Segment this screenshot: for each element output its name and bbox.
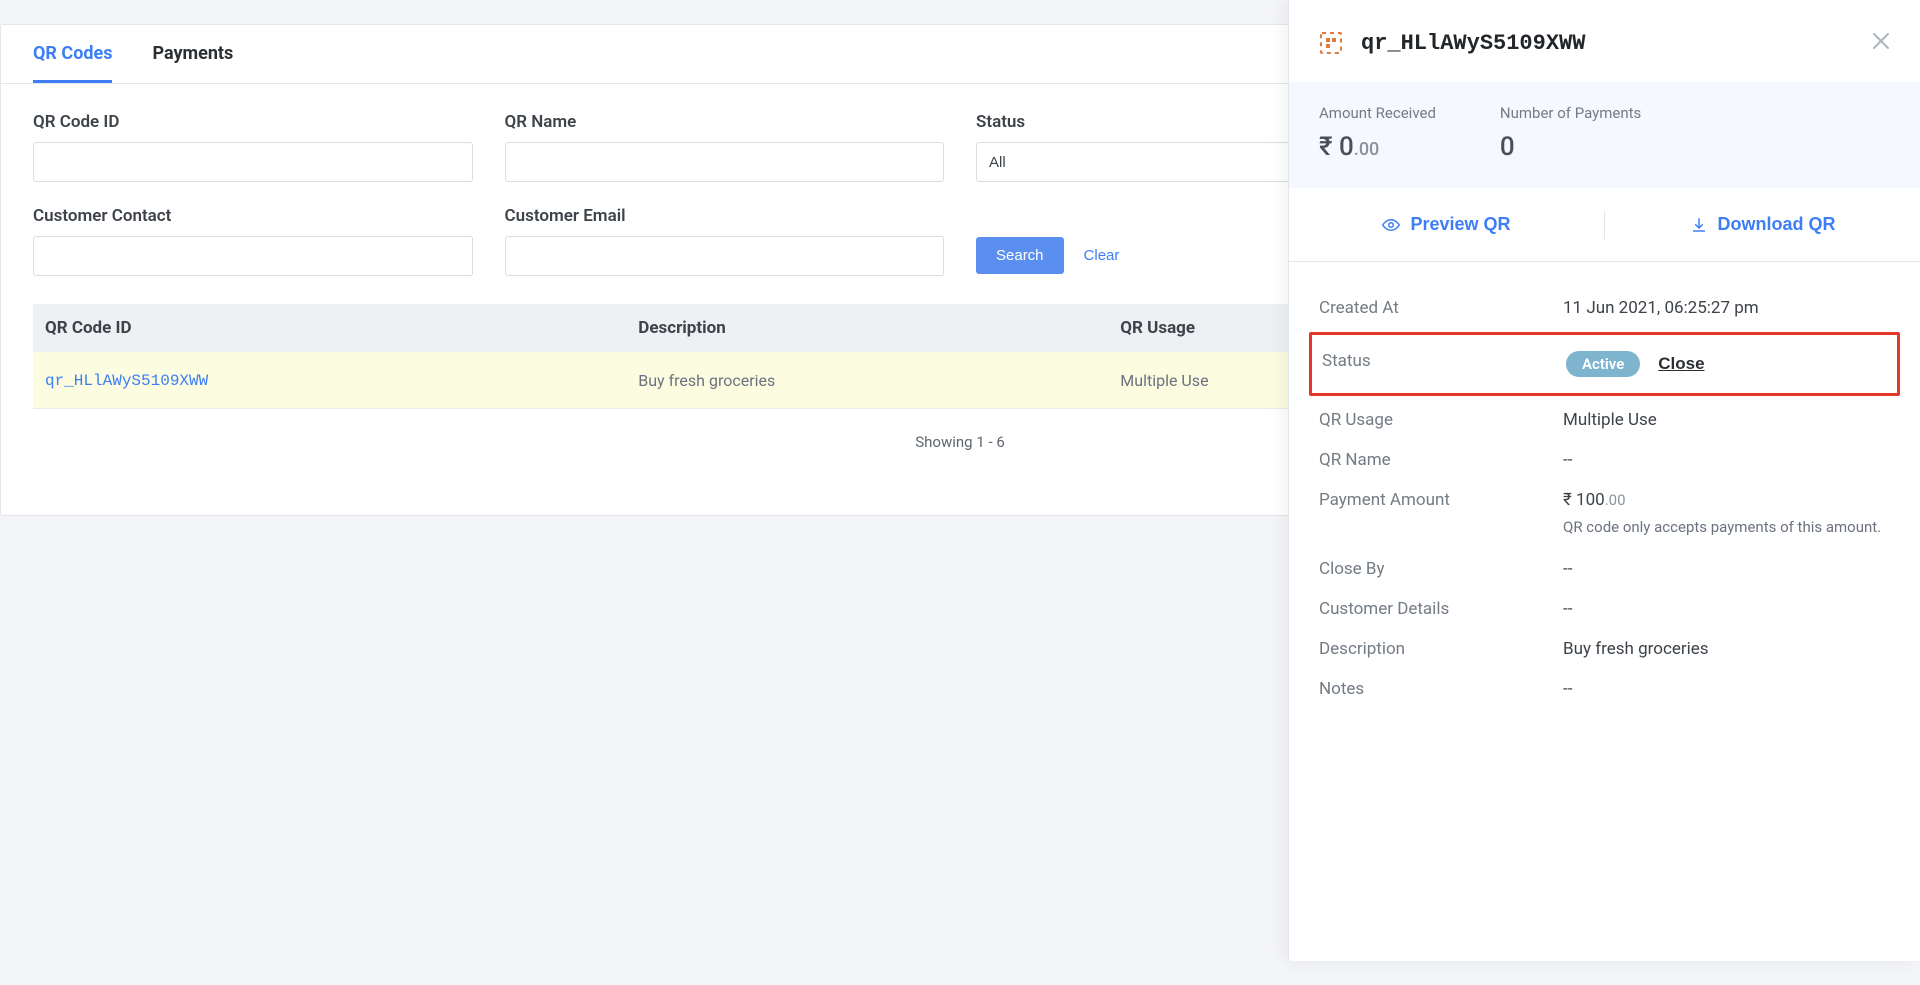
qr-detail-drawer: qr_HLlAWyS5109XWW Amount Received ₹ 0.00… [1288,0,1920,961]
tab-payments[interactable]: Payments [152,25,233,83]
download-qr-button[interactable]: Download QR [1605,188,1920,261]
row-usage: QR Usage Multiple Use [1319,400,1890,440]
field-qr-name: QR Name [505,112,945,182]
stat-count: Number of Payments 0 [1500,104,1641,162]
stat-count-value: 0 [1500,132,1641,162]
row-customer: Customer Details -- [1319,589,1890,629]
field-qr-id: QR Code ID [33,112,473,182]
input-email[interactable] [505,236,945,276]
row-close-by: Close By -- [1319,549,1890,589]
input-qr-id[interactable] [33,142,473,182]
row-created-at: Created At 11 Jun 2021, 06:25:27 pm [1319,288,1890,328]
row-payment-amount: Payment Amount ₹ 100.00 QR code only acc… [1319,480,1890,549]
row-status: Status Active Close [1322,341,1887,387]
field-email: Customer Email [505,206,945,276]
drawer-title: qr_HLlAWyS5109XWW [1361,31,1854,56]
close-qr-button[interactable]: Close [1658,354,1704,374]
stat-amount-value: ₹ 0.00 [1319,132,1436,162]
preview-qr-button[interactable]: Preview QR [1289,188,1604,261]
row-description: Description Buy fresh groceries [1319,629,1890,669]
details: Created At 11 Jun 2021, 06:25:27 pm Stat… [1289,262,1920,735]
cell-desc: Buy fresh groceries [626,352,1108,409]
label-contact: Customer Contact [33,206,473,226]
close-icon [1872,32,1890,50]
row-notes: Notes -- [1319,669,1890,709]
qr-icon [1319,31,1343,55]
stats: Amount Received ₹ 0.00 Number of Payment… [1289,82,1920,188]
status-badge: Active [1566,351,1640,377]
label-qr-id: QR Code ID [33,112,473,132]
clear-button[interactable]: Clear [1084,237,1120,274]
close-drawer-button[interactable] [1872,30,1890,56]
th-id: QR Code ID [33,304,626,352]
row-qr-name: QR Name -- [1319,440,1890,480]
input-contact[interactable] [33,236,473,276]
th-desc: Description [626,304,1108,352]
status-highlight: Status Active Close [1309,332,1900,396]
cell-id-link[interactable]: qr_HLlAWyS5109XWW [45,372,208,390]
stat-count-label: Number of Payments [1500,104,1641,122]
label-qr-name: QR Name [505,112,945,132]
action-row: Preview QR Download QR [1289,188,1920,262]
drawer-header: qr_HLlAWyS5109XWW [1289,0,1920,82]
stat-amount: Amount Received ₹ 0.00 [1319,104,1436,162]
stat-amount-label: Amount Received [1319,104,1436,122]
label-email: Customer Email [505,206,945,226]
tab-qr-codes[interactable]: QR Codes [33,25,112,83]
field-contact: Customer Contact [33,206,473,276]
search-button[interactable]: Search [976,237,1064,274]
input-qr-name[interactable] [505,142,945,182]
download-icon [1690,216,1708,234]
eye-icon [1382,216,1400,234]
